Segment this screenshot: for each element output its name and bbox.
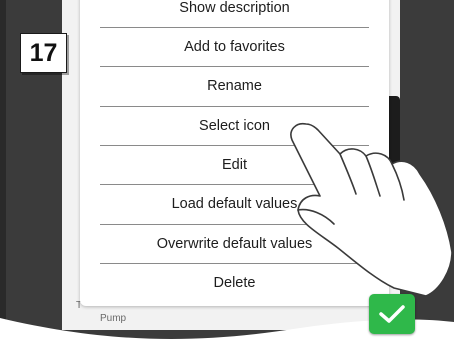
- menu-item-add-to-favorites[interactable]: Add to favorites: [100, 27, 369, 66]
- step-number-badge: 17: [20, 33, 67, 73]
- checkmark-icon: [379, 305, 405, 323]
- instruction-screenshot: T Pump Show description Add to favorites…: [0, 0, 454, 342]
- device-frame-edge: [0, 0, 6, 342]
- menu-item-rename[interactable]: Rename: [100, 66, 369, 105]
- menu-item-show-description[interactable]: Show description: [100, 0, 369, 27]
- confirm-button[interactable]: [369, 294, 415, 334]
- pointing-hand-icon: [290, 122, 453, 297]
